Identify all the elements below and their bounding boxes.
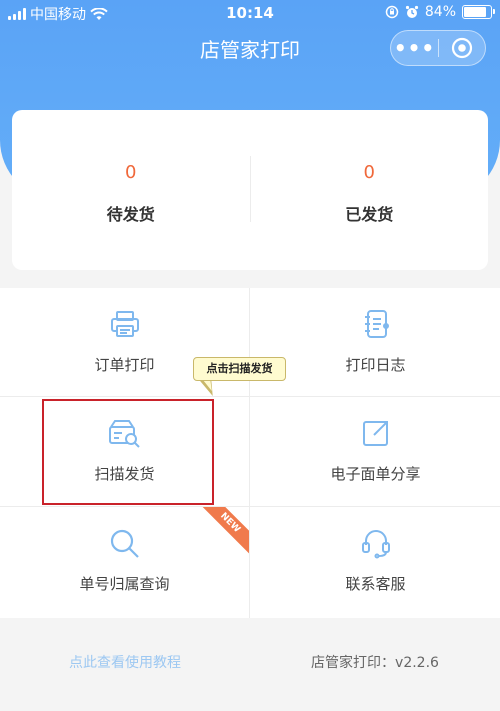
stat-label: 已发货 [345, 205, 394, 224]
grid-divider [249, 288, 250, 618]
target-circle-icon[interactable] [439, 37, 485, 59]
stat-label: 待发货 [106, 205, 155, 224]
menu-item-print-log[interactable]: 打印日志 [251, 288, 500, 397]
alarm-icon [405, 5, 418, 18]
battery-percent: 84% [424, 4, 456, 20]
footer: 点此查看使用教程 店管家打印：v2.2.6 [0, 618, 500, 711]
scan-ship-tooltip: 点击扫描发货 [193, 357, 286, 381]
menu-item-label: 打印日志 [345, 356, 406, 374]
battery-icon [462, 5, 495, 19]
menu-item-waybill-share[interactable]: 电子面单分享 [251, 397, 500, 506]
menu-item-tracking-lookup[interactable]: 单号归属查询 NEW [0, 507, 249, 616]
printer-icon [0, 308, 249, 340]
stat-shipped[interactable]: 0 已发货 [251, 110, 489, 270]
menu-item-label: 单号归属查询 [79, 575, 170, 593]
menu-item-label: 联系客服 [345, 575, 406, 593]
version-text: 店管家打印：v2.2.6 [311, 655, 439, 671]
battery-fill [464, 7, 486, 17]
stat-pending-shipment[interactable]: 0 待发货 [12, 110, 250, 270]
search-icon [0, 527, 249, 561]
stats-card: 0 待发货 0 已发货 [12, 110, 488, 270]
notebook-icon [251, 308, 500, 340]
headset-icon [251, 527, 500, 559]
status-right: 84% [385, 4, 495, 20]
stat-value: 0 [125, 162, 137, 183]
tutorial-link[interactable]: 点此查看使用教程 [0, 652, 250, 672]
highlight-box [42, 399, 214, 505]
menu-item-customer-service[interactable]: 联系客服 [251, 507, 500, 616]
more-dots-icon[interactable]: ••• [391, 30, 438, 66]
orientation-lock-icon [385, 5, 399, 19]
status-bar: 中国移动 10:14 84% [0, 0, 500, 26]
menu-item-label: 电子面单分享 [330, 465, 421, 483]
mini-program-capsule: ••• [390, 30, 486, 66]
share-icon [251, 417, 500, 449]
stat-value: 0 [363, 162, 375, 183]
